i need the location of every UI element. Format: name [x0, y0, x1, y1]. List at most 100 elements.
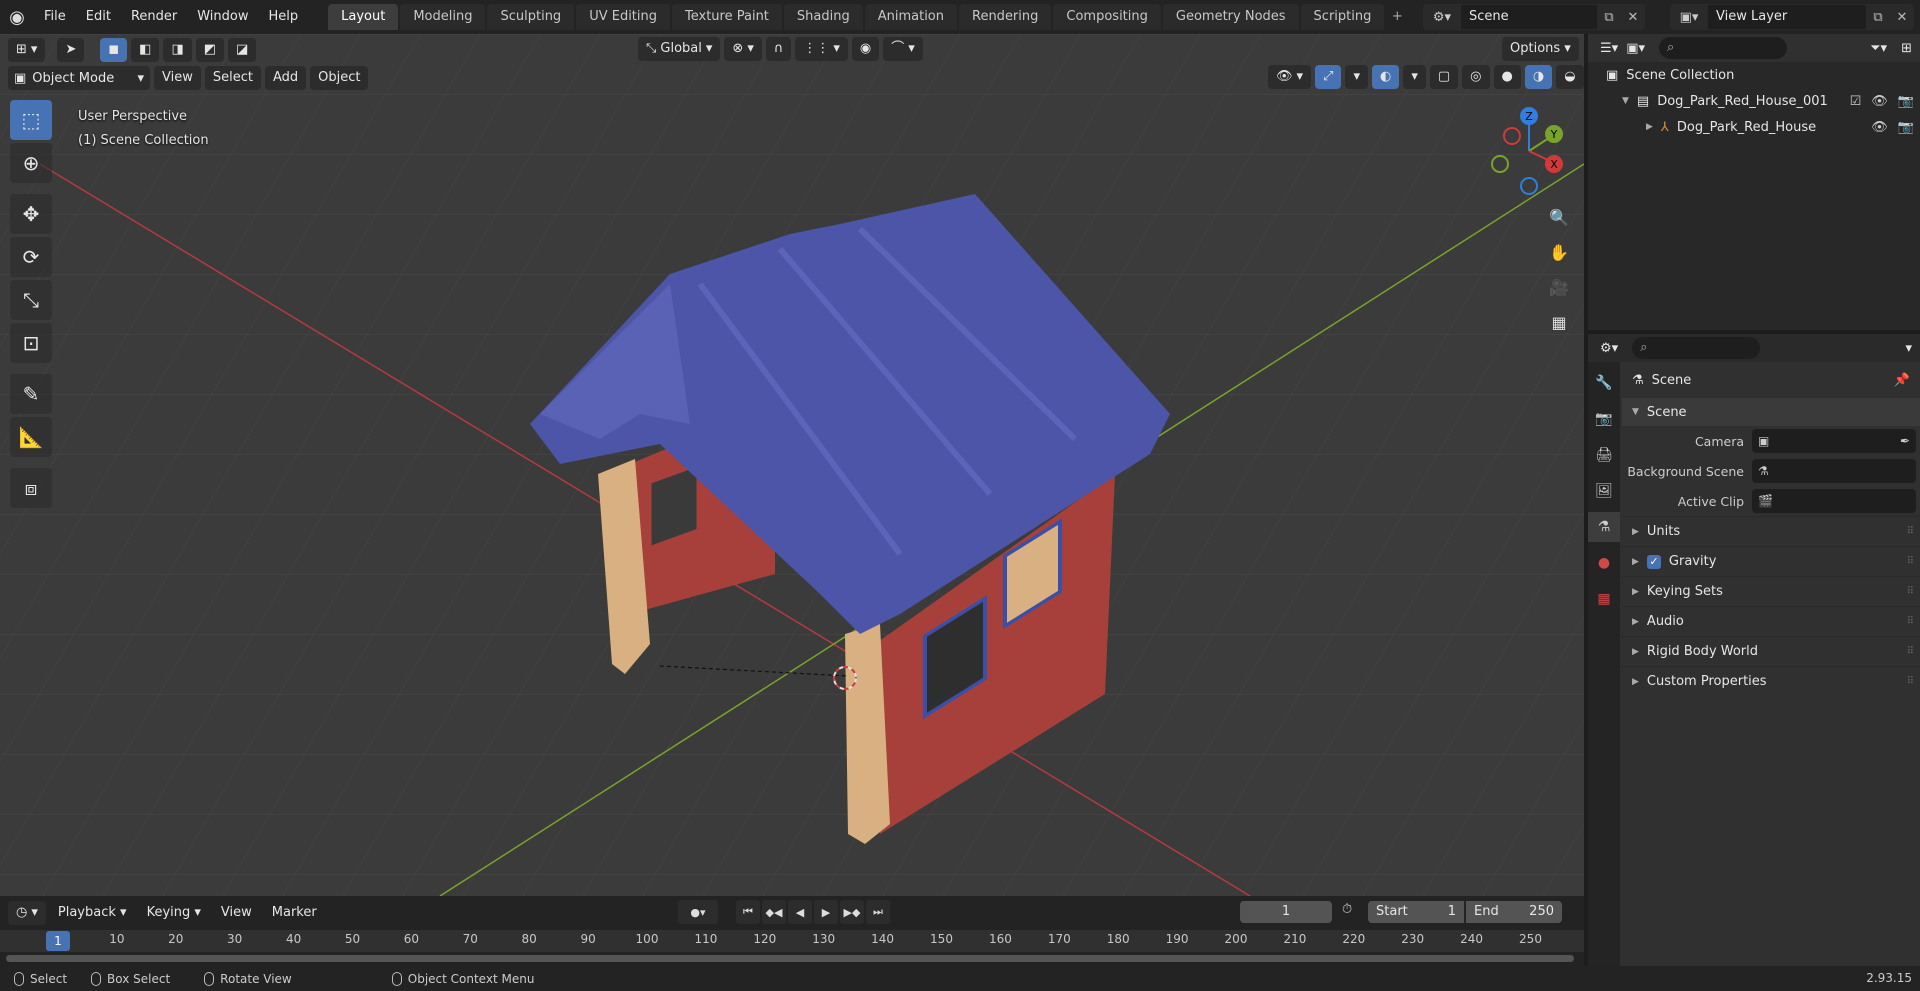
tool-measure[interactable]: 📐 [10, 417, 52, 457]
select-mode-intersect-button[interactable]: ◪ [228, 38, 257, 62]
active-clip-field[interactable]: 🎬 [1752, 489, 1916, 513]
tab-texture[interactable]: ▦ [1588, 584, 1620, 614]
pin-icon[interactable]: 📌 [1894, 373, 1910, 388]
blender-logo-icon[interactable]: ◉ [0, 0, 34, 34]
properties-search-input[interactable]: ⌕ [1632, 337, 1761, 359]
panel-audio[interactable]: ▶ Audio ⠿ [1622, 606, 1920, 636]
outliner-row-collection[interactable]: ▼ ▤ Dog_Park_Red_House_001 ☑ 👁 📷 [1588, 88, 1920, 114]
pan-button[interactable]: ✋ [1544, 237, 1574, 267]
camera-icon[interactable]: 📷 [1898, 94, 1914, 109]
tool-settings-button[interactable]: ➤ [57, 38, 85, 62]
shading-solid-button[interactable]: ● [1493, 65, 1521, 89]
copy-layer-icon[interactable]: ⧉ [1866, 10, 1890, 25]
pivot-point-dropdown[interactable]: ⊗ ▾ [724, 37, 762, 61]
jump-start-button[interactable]: ⏮ [736, 900, 760, 924]
tool-add-cube[interactable]: ⧈ [10, 468, 52, 508]
outliner-editor-type[interactable]: ☰▾ [1600, 41, 1618, 56]
shading-rendered-button[interactable]: ◒ [1556, 65, 1584, 89]
overlay-dropdown[interactable]: ▾ [1403, 65, 1426, 89]
drag-grip-icon[interactable]: ⠿ [1907, 526, 1914, 537]
timeline-menu-view[interactable]: View [213, 901, 260, 925]
stopwatch-icon[interactable]: ⏱ [1342, 902, 1352, 917]
tab-texture-paint[interactable]: Texture Paint [672, 4, 782, 30]
collapse-arrow-icon[interactable]: ▶ [1646, 122, 1653, 132]
copy-scene-icon[interactable]: ⧉ [1597, 10, 1621, 25]
tab-shading[interactable]: Shading [783, 4, 863, 30]
timeline-menu-playback[interactable]: Playback ▾ [50, 901, 135, 925]
prev-keyframe-button[interactable]: ◆◀ [762, 900, 786, 924]
shading-wireframe-button[interactable]: ◎ [1462, 65, 1490, 89]
panel-units[interactable]: ▶ Units ⠿ [1622, 516, 1920, 546]
filter-icon[interactable]: ⏷▾ [1870, 41, 1887, 56]
tab-sculpting[interactable]: Sculpting [487, 4, 575, 30]
display-mode-dropdown[interactable]: ▣▾ [1626, 41, 1645, 56]
start-frame-field[interactable]: Start 1 [1368, 901, 1464, 923]
snap-toggle[interactable]: ∩ [765, 37, 792, 61]
navigation-gizmo[interactable]: Z Y X [1484, 106, 1574, 196]
next-keyframe-button[interactable]: ▶◆ [840, 900, 864, 924]
play-reverse-button[interactable]: ◀ [788, 900, 812, 924]
options-dropdown[interactable]: Options ▾ [1502, 37, 1579, 61]
timeline-menu-marker[interactable]: Marker [264, 901, 325, 925]
view-layer-selector[interactable]: ▣▾ View Layer ⧉ ✕ [1670, 4, 1914, 30]
tool-select-box[interactable]: ⬚ [10, 100, 52, 140]
viewport-menu-select[interactable]: Select [204, 66, 261, 90]
outliner-search-input[interactable]: ⌕ [1659, 37, 1787, 59]
playhead[interactable]: 1 [46, 931, 70, 951]
tool-rotate[interactable]: ⟳ [10, 237, 52, 277]
drag-grip-icon[interactable]: ⠿ [1907, 556, 1914, 567]
gravity-checkbox[interactable]: ✓ [1646, 554, 1661, 569]
current-frame-field[interactable]: 1 [1240, 901, 1332, 923]
visibility-dropdown[interactable]: 👁 ▾ [1268, 65, 1312, 89]
drag-grip-icon[interactable]: ⠿ [1907, 616, 1914, 627]
viewport-menu-object[interactable]: Object [310, 66, 369, 90]
outliner-row-object[interactable]: ▶ ⅄ Dog_Park_Red_House 👁 📷 [1588, 114, 1920, 140]
close-scene-icon[interactable]: ✕ [1621, 10, 1645, 25]
tool-annotate[interactable]: ✎ [10, 374, 52, 414]
frame-ruler[interactable]: 1 10 20 30 40 50 60 70 80 90 100 110 120 130 140 150 16… [0, 930, 1584, 952]
overlay-toggle[interactable]: ◐ [1371, 65, 1400, 89]
outliner-row-scene-collection[interactable]: ▣ Scene Collection [1588, 62, 1920, 88]
3d-viewport[interactable]: ⊞ ▾ ➤ ◼ ◧ ◨ ◩ ◪ ⤡ Global ▾ ⊗ ▾ ∩ ⋮⋮ ▾ ◉ ⌒ ▾ O… [0, 34, 1584, 896]
tab-layout[interactable]: Layout [328, 4, 399, 30]
tab-scripting[interactable]: Scripting [1300, 4, 1385, 30]
drag-grip-icon[interactable]: ⠿ [1907, 676, 1914, 687]
ortho-toggle-button[interactable]: ▦ [1544, 307, 1574, 337]
tab-compositing[interactable]: Compositing [1053, 4, 1161, 30]
drag-grip-icon[interactable]: ⠿ [1907, 586, 1914, 597]
gizmo-toggle[interactable]: ⤢ [1315, 65, 1342, 89]
menu-render[interactable]: Render [121, 4, 187, 30]
eye-icon[interactable]: 👁 [1871, 120, 1888, 135]
falloff-dropdown[interactable]: ⌒ ▾ [883, 37, 923, 61]
zoom-button[interactable]: 🔍 [1544, 202, 1574, 232]
checkbox-icon[interactable]: ☑ [1850, 94, 1862, 109]
panel-custom-properties[interactable]: ▶ Custom Properties ⠿ [1622, 666, 1920, 696]
panel-keying-sets[interactable]: ▶ Keying Sets ⠿ [1622, 576, 1920, 606]
xray-toggle[interactable]: ▢ [1429, 65, 1459, 89]
eye-icon[interactable]: 👁 [1871, 94, 1888, 109]
panel-gravity[interactable]: ▶ ✓ Gravity ⠿ [1622, 546, 1920, 576]
tab-output[interactable]: 🖨 [1588, 440, 1620, 470]
view-layer-name-field[interactable]: View Layer [1708, 5, 1866, 29]
camera-icon[interactable]: 📷 [1898, 120, 1914, 135]
background-scene-field[interactable]: ⚗ [1752, 459, 1916, 483]
tab-view-layer[interactable]: 🖼 [1588, 476, 1620, 506]
select-mode-subtract-button[interactable]: ◨ [163, 38, 192, 62]
panel-rigid-body-world[interactable]: ▶ Rigid Body World ⠿ [1622, 636, 1920, 666]
tab-render[interactable]: 📷 [1588, 404, 1620, 434]
tool-move[interactable]: ✥ [10, 194, 52, 234]
end-frame-field[interactable]: End 250 [1466, 901, 1562, 923]
camera-view-button[interactable]: 🎥 [1544, 272, 1574, 302]
tab-rendering[interactable]: Rendering [959, 4, 1052, 30]
scene-selector[interactable]: ⚙▾ Scene ⧉ ✕ [1423, 4, 1645, 30]
gizmo-dropdown[interactable]: ▾ [1345, 65, 1368, 89]
tool-scale[interactable]: ⤡ [10, 280, 52, 320]
drag-grip-icon[interactable]: ⠿ [1907, 646, 1914, 657]
panel-scene-header[interactable]: ▼ Scene [1622, 398, 1920, 426]
close-layer-icon[interactable]: ✕ [1890, 10, 1914, 25]
play-button[interactable]: ▶ [814, 900, 838, 924]
viewport-menu-view[interactable]: View [154, 66, 201, 90]
object-mode-dropdown[interactable]: ▣ Object Mode ▾ [8, 66, 150, 90]
tab-world[interactable]: ● [1588, 548, 1620, 578]
menu-help[interactable]: Help [259, 4, 309, 30]
